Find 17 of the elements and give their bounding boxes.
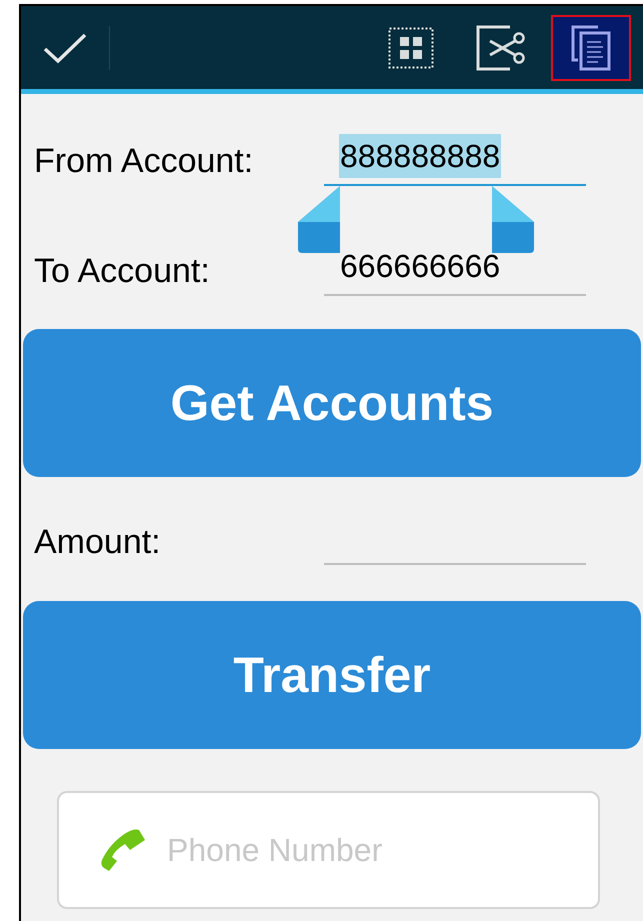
input-field[interactable]: 888888888	[324, 124, 586, 186]
action-button[interactable]	[551, 14, 631, 80]
field-value: 666666666	[339, 247, 502, 286]
transfer-button[interactable]: Transfer	[23, 601, 641, 749]
field-label: Amount:	[33, 525, 162, 559]
selection-handle-icon[interactable]	[492, 186, 534, 253]
copy-icon	[570, 24, 612, 70]
field-label: To Account:	[33, 251, 211, 288]
input-field[interactable]: 666666666	[324, 234, 586, 296]
select-all-icon	[388, 26, 434, 68]
scissors-icon	[476, 24, 526, 70]
field-label: From Account:	[33, 141, 254, 178]
field-value: 888888888	[339, 134, 502, 178]
phone-handset-icon	[99, 828, 147, 872]
get-accounts-button[interactable]: Get Accounts	[23, 329, 641, 477]
checkmark-icon	[42, 32, 88, 64]
selection-handle-icon[interactable]	[298, 186, 340, 253]
